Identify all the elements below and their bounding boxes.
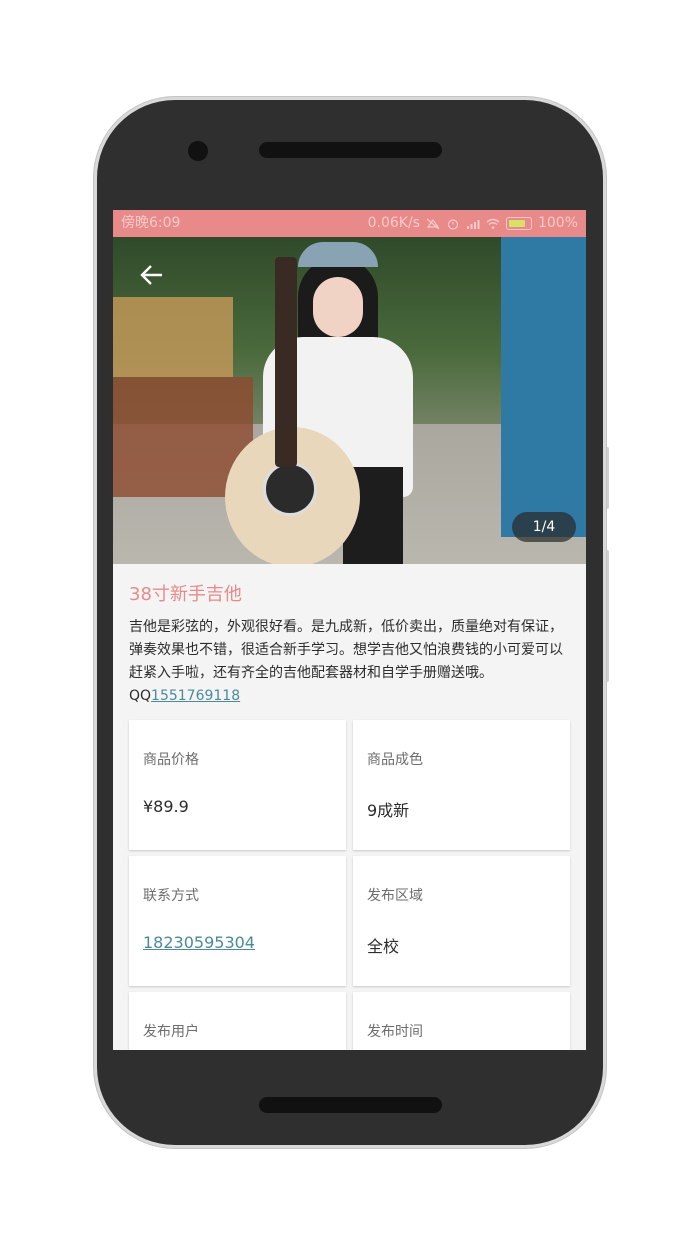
status-time: 傍晚6:09 bbox=[121, 215, 181, 231]
battery-icon bbox=[505, 217, 532, 230]
detail-card-time: 发布时间 bbox=[353, 992, 570, 1050]
photo-hedge bbox=[113, 297, 233, 377]
mute-icon bbox=[426, 218, 440, 229]
detail-label: 发布时间 bbox=[367, 1024, 423, 1040]
signal-icon bbox=[466, 219, 480, 229]
wifi-icon bbox=[486, 218, 500, 229]
back-arrow-icon[interactable] bbox=[139, 262, 165, 288]
phone-number-link[interactable]: 18230595304 bbox=[143, 933, 255, 952]
product-image-gallery[interactable]: 1/4 bbox=[113, 237, 586, 564]
app-screen: 傍晚6:09 0.06K/s 100% 1/4 38寸新手吉他 吉他是彩弦的，外… bbox=[113, 210, 586, 1050]
detail-card-area: 发布区域 全校 bbox=[353, 856, 570, 986]
status-bar: 傍晚6:09 0.06K/s 100% bbox=[113, 210, 586, 237]
detail-value: 9成新 bbox=[367, 801, 410, 820]
photo-blue-door bbox=[501, 237, 586, 537]
detail-card-condition: 商品成色 9成新 bbox=[353, 720, 570, 850]
image-page-indicator: 1/4 bbox=[512, 512, 576, 542]
detail-card-price: 商品价格 ¥89.9 bbox=[129, 720, 346, 850]
network-speed: 0.06K/s bbox=[367, 215, 420, 231]
detail-label: 商品价格 bbox=[143, 752, 199, 768]
photo-hat bbox=[298, 242, 378, 267]
detail-label: 发布用户 bbox=[143, 1024, 199, 1040]
product-description: 吉他是彩弦的，外观很好看。是九成新，低价卖出，质量绝对有保证，弹奏效果也不错，很… bbox=[129, 616, 567, 708]
qq-link[interactable]: 1551769118 bbox=[151, 688, 240, 704]
photo-guitar-neck bbox=[275, 257, 297, 467]
volume-button bbox=[603, 550, 609, 682]
front-camera bbox=[188, 141, 208, 161]
detail-value: ¥89.9 bbox=[143, 797, 189, 816]
alarm-icon bbox=[447, 218, 459, 230]
status-icons: 0.06K/s 100% bbox=[368, 210, 578, 237]
bottom-speaker bbox=[259, 1097, 442, 1113]
detail-card-contact: 联系方式 18230595304 bbox=[129, 856, 346, 986]
detail-card-user: 发布用户 bbox=[129, 992, 346, 1050]
product-title: 38寸新手吉他 bbox=[129, 584, 242, 605]
battery-level: 100% bbox=[537, 215, 578, 231]
power-button bbox=[603, 447, 609, 509]
top-speaker bbox=[259, 142, 442, 158]
detail-label: 联系方式 bbox=[143, 888, 199, 904]
photo-person-face bbox=[313, 277, 363, 337]
photo-guitar-soundhole bbox=[263, 462, 317, 516]
detail-label: 商品成色 bbox=[367, 752, 423, 768]
detail-label: 发布区域 bbox=[367, 888, 423, 904]
detail-value: 全校 bbox=[367, 937, 400, 956]
